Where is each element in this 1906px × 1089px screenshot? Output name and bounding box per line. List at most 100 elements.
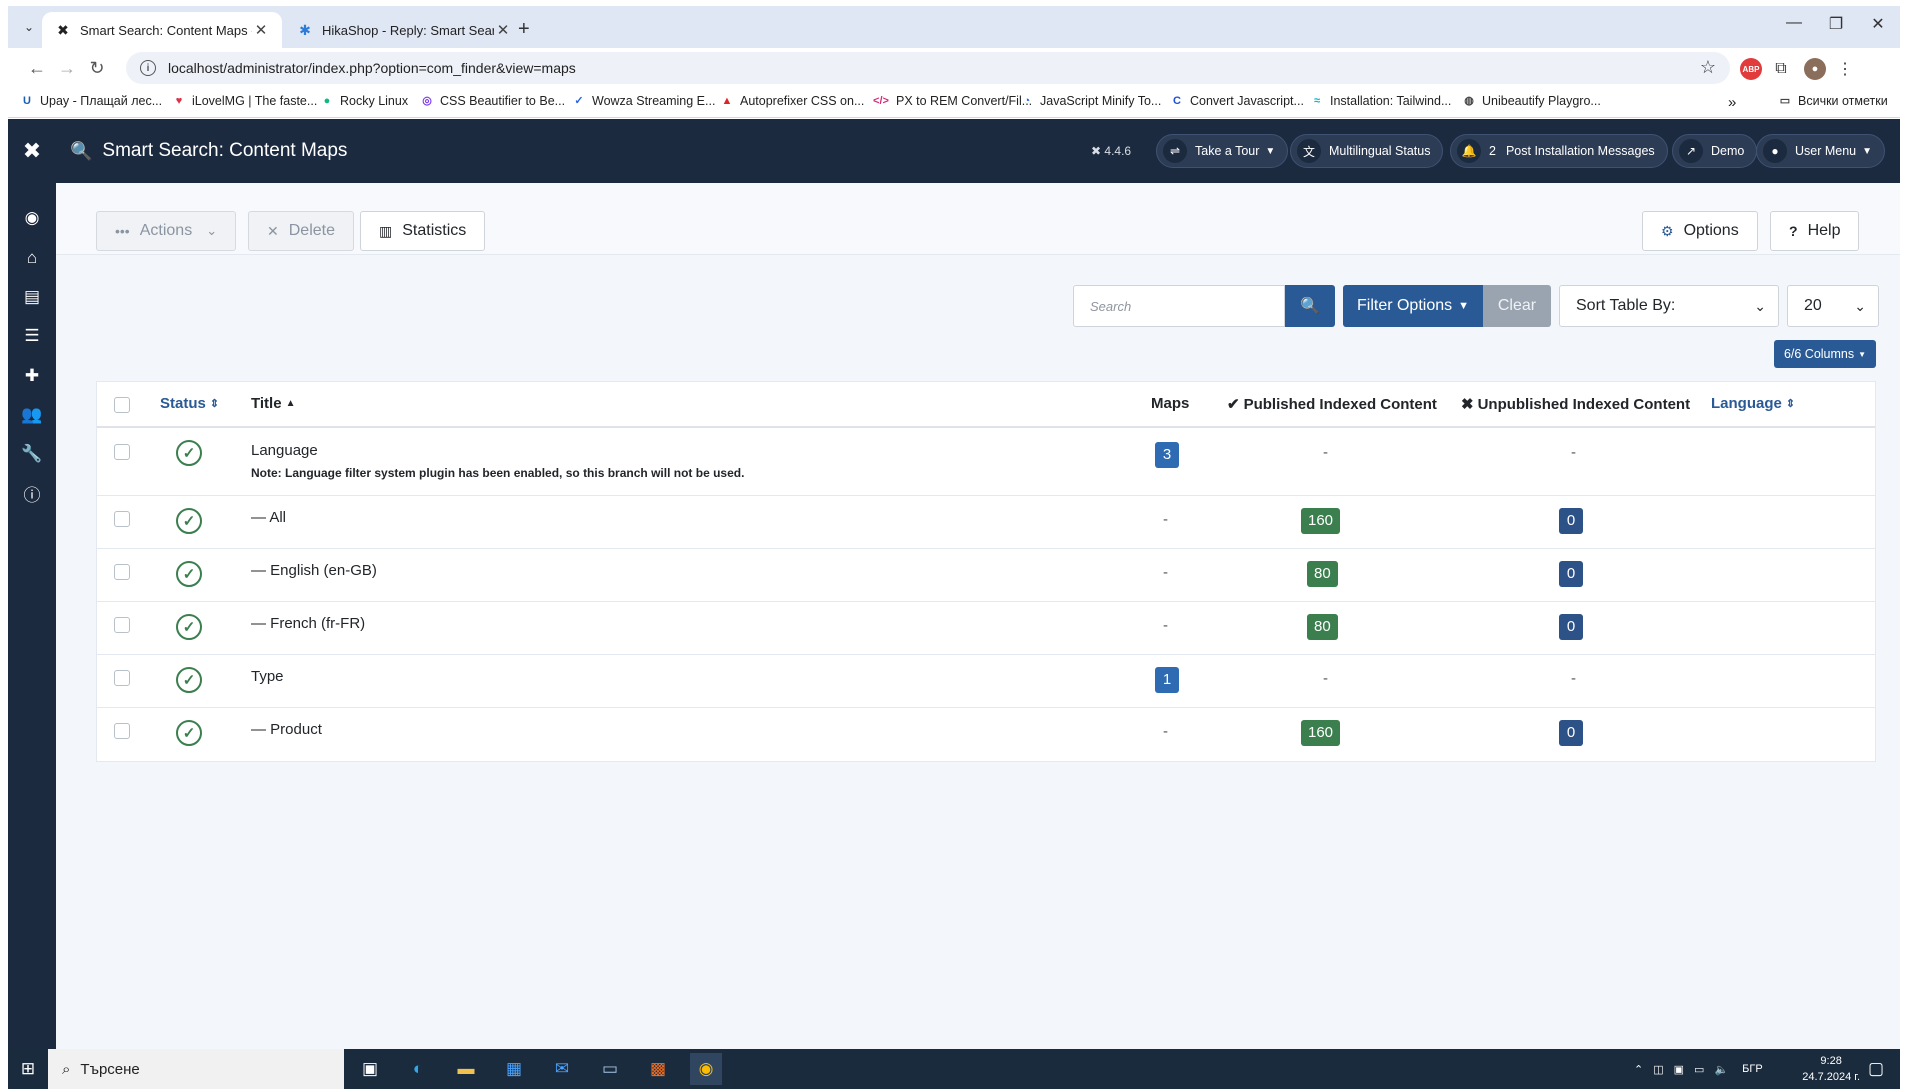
- forward-icon[interactable]: →: [54, 56, 80, 80]
- row-title: — French (fr-FR): [251, 615, 366, 632]
- input-language[interactable]: БГР: [1742, 1063, 1763, 1075]
- all-bookmarks[interactable]: ▭ Всички отметки: [1778, 94, 1888, 108]
- remote-desktop-icon[interactable]: ▭: [594, 1053, 626, 1085]
- row-checkbox[interactable]: [114, 617, 130, 633]
- adblock-icon[interactable]: ABP: [1740, 58, 1762, 80]
- mail-icon[interactable]: ✉: [546, 1053, 578, 1085]
- tab-close-icon[interactable]: ✕: [494, 21, 512, 39]
- status-published-icon[interactable]: ✓: [176, 561, 202, 587]
- content-file-icon[interactable]: ▤: [8, 282, 56, 312]
- windows-start-icon[interactable]: ⊞: [12, 1053, 44, 1085]
- help-info-icon[interactable]: ⓘ: [8, 478, 56, 508]
- bookmark-item[interactable]: U Upay - Плащай лес...: [20, 94, 162, 108]
- row-checkbox[interactable]: [114, 444, 130, 460]
- demo-button[interactable]: ↗ Demo: [1672, 134, 1758, 168]
- bookmark-item[interactable]: </> PX to REM Convert/Fil...: [872, 94, 1032, 108]
- row-checkbox[interactable]: [114, 511, 130, 527]
- bookmark-item[interactable]: ◎ CSS Beautifier to Be...: [420, 94, 565, 108]
- home-icon[interactable]: ⌂: [8, 243, 56, 273]
- sort-table-select[interactable]: Sort Table By: ⌄: [1559, 285, 1779, 327]
- list-limit-select[interactable]: 20 ⌄: [1787, 285, 1879, 327]
- components-puzzle-icon[interactable]: ✚: [8, 361, 56, 391]
- status-published-icon[interactable]: ✓: [176, 667, 202, 693]
- notifications-icon[interactable]: ▢: [1860, 1053, 1892, 1085]
- new-tab-button[interactable]: +: [518, 18, 530, 41]
- bookmark-item[interactable]: ♥ iLovelMG | The faste...: [172, 94, 318, 108]
- file-explorer-icon[interactable]: ▬: [450, 1053, 482, 1085]
- edge-icon[interactable]: ◐: [402, 1053, 434, 1085]
- published-count-badge: 80: [1307, 614, 1338, 640]
- clock[interactable]: 9:28 24.7.2024 г.: [1802, 1053, 1860, 1085]
- row-checkbox[interactable]: [114, 723, 130, 739]
- bookmark-item[interactable]: ◔ JavaScript Minify To...: [1020, 94, 1162, 108]
- maps-count-badge[interactable]: 1: [1155, 667, 1179, 693]
- bookmark-item[interactable]: ▲ Autoprefixer CSS on...: [720, 94, 865, 108]
- status-published-icon[interactable]: ✓: [176, 614, 202, 640]
- status-published-icon[interactable]: ✓: [176, 440, 202, 466]
- convert-icon: C: [1173, 95, 1181, 107]
- sort-title-header[interactable]: Title ▲: [251, 395, 295, 412]
- row-checkbox[interactable]: [114, 670, 130, 686]
- browser-tab-active[interactable]: ✖ Smart Search: Content Maps - [ ✕: [42, 12, 282, 48]
- joomla-logo-icon[interactable]: ✖: [8, 119, 56, 183]
- take-tour-button[interactable]: ⇌ Take a Tour ▼: [1156, 134, 1289, 168]
- address-bar[interactable]: i localhost/administrator/index.php?opti…: [126, 52, 1730, 84]
- clear-button[interactable]: Clear: [1483, 285, 1551, 327]
- restore-icon[interactable]: ❐: [1816, 14, 1856, 34]
- row-checkbox[interactable]: [114, 564, 130, 580]
- maps-count-badge[interactable]: 3: [1155, 442, 1179, 468]
- network-icon[interactable]: ▭: [1694, 1063, 1704, 1076]
- bookmark-item[interactable]: ● Rocky Linux: [320, 94, 408, 108]
- tray-chevron-icon[interactable]: ⌃: [1634, 1063, 1643, 1076]
- close-window-icon[interactable]: ✕: [1858, 14, 1898, 34]
- delete-button[interactable]: ✕ Delete: [248, 211, 354, 251]
- extensions-icon[interactable]: ⧉: [1770, 58, 1792, 80]
- tab-close-icon[interactable]: ✕: [252, 21, 270, 39]
- actions-button[interactable]: ••• Actions ⌄: [96, 211, 237, 251]
- back-icon[interactable]: ←: [24, 56, 50, 80]
- taskbar-search[interactable]: ⌕ Търсене: [48, 1049, 344, 1089]
- browser-menu-icon[interactable]: ⋮: [1834, 58, 1856, 80]
- search-input[interactable]: Search: [1073, 285, 1285, 327]
- multilingual-status-button[interactable]: 文 Multilingual Status: [1290, 134, 1444, 168]
- sort-status-header[interactable]: Status ⇕: [160, 395, 219, 412]
- menus-list-icon[interactable]: ☰: [8, 321, 56, 351]
- external-link-icon: ↗: [1679, 139, 1703, 163]
- post-installation-messages-button[interactable]: 🔔 2 Post Installation Messages: [1450, 134, 1668, 168]
- browser-tab-hikashop[interactable]: ✱ HikaShop - Reply: Smart Search ✕: [284, 12, 524, 48]
- help-button[interactable]: ? Help: [1770, 211, 1860, 251]
- bookmark-item[interactable]: ◍ Unibeautify Playgro...: [1462, 94, 1601, 108]
- site-info-icon[interactable]: i: [140, 60, 156, 76]
- filter-options-button[interactable]: Filter Options ▼: [1343, 285, 1483, 327]
- profile-avatar[interactable]: ●: [1804, 58, 1826, 80]
- bookmark-item[interactable]: C Convert Javascript...: [1170, 94, 1304, 108]
- xampp-icon[interactable]: ▩: [642, 1053, 674, 1085]
- bookmarks-overflow-icon[interactable]: »: [1728, 94, 1736, 111]
- user-menu-button[interactable]: ● User Menu ▼: [1756, 134, 1886, 168]
- search-button[interactable]: 🔍: [1285, 285, 1335, 327]
- store-icon[interactable]: ▦: [498, 1053, 530, 1085]
- tab-search-dropdown[interactable]: ⌄: [16, 15, 42, 39]
- volume-icon[interactable]: 🔈: [1714, 1063, 1728, 1076]
- device-icon[interactable]: ▣: [1674, 1063, 1684, 1076]
- columns-toggle-button[interactable]: 6/6 Columns ▼: [1774, 340, 1876, 368]
- sort-language-header[interactable]: Language ⇕: [1711, 395, 1795, 412]
- select-all-checkbox[interactable]: [114, 397, 130, 413]
- camera-icon[interactable]: ◫: [1653, 1063, 1663, 1076]
- bookmark-item[interactable]: ≈ Installation: Tailwind...: [1310, 94, 1451, 108]
- toggle-menu-icon[interactable]: ◉: [8, 203, 56, 233]
- system-wrench-icon[interactable]: 🔧: [8, 439, 56, 469]
- bookmark-item[interactable]: ✓ Wowza Streaming E...: [572, 94, 715, 108]
- status-published-icon[interactable]: ✓: [176, 720, 202, 746]
- status-published-icon[interactable]: ✓: [176, 508, 202, 534]
- chrome-icon[interactable]: ◉: [690, 1053, 722, 1085]
- users-icon[interactable]: 👥: [8, 400, 56, 430]
- minimize-icon[interactable]: —: [1774, 14, 1814, 32]
- browser-tabstrip: ⌄ ✖ Smart Search: Content Maps - [ ✕ ✱ H…: [8, 6, 1900, 48]
- task-view-icon[interactable]: ▣: [354, 1053, 386, 1085]
- reload-icon[interactable]: ↻: [84, 56, 110, 80]
- gear-icon: ⚙: [1661, 222, 1674, 239]
- statistics-button[interactable]: ▥ Statistics: [360, 211, 486, 251]
- options-button[interactable]: ⚙ Options: [1642, 211, 1758, 251]
- bookmark-star-icon[interactable]: ☆: [1700, 57, 1716, 78]
